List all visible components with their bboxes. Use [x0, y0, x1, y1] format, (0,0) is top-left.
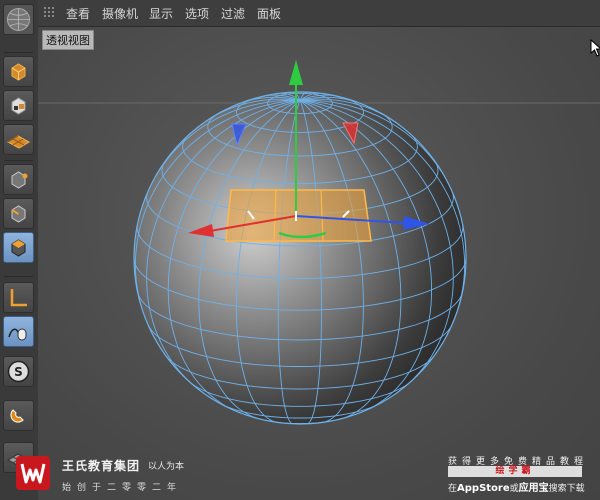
snap-icon[interactable]: S — [3, 356, 34, 387]
workplane-icon[interactable] — [3, 124, 34, 155]
viewport-menubar: 查看 摄像机 显示 选项 过滤 面板 — [38, 0, 600, 27]
logo-sphere-icon[interactable] — [3, 4, 34, 35]
left-toolbar: S — [0, 0, 39, 500]
viewport-scene[interactable] — [38, 27, 600, 500]
brand-logo: 王氏教育集团 以人为本 始创于二零零二年 — [6, 450, 206, 498]
magnet-icon[interactable] — [3, 400, 34, 431]
brand-logo-icon — [16, 456, 50, 490]
menu-filter[interactable]: 过滤 — [221, 5, 245, 22]
tweak-mode-icon[interactable] — [3, 316, 34, 347]
menu-camera[interactable]: 摄像机 — [102, 5, 138, 22]
menu-panel[interactable]: 面板 — [257, 5, 281, 22]
mouse-cursor-icon — [590, 39, 600, 57]
promo-line-2: 在AppStore或应用宝搜索下载 — [448, 483, 585, 494]
view-name-label: 透视视图 — [42, 30, 94, 50]
panel-grip-icon[interactable] — [44, 7, 56, 19]
svg-text:S: S — [14, 365, 23, 379]
promo-watermark: 获得更多免费精品教程 绘学霸 在AppStore或应用宝搜索下载 — [446, 450, 596, 496]
cinema4d-window: S 查看 摄像机 显示 选项 过滤 面板 透视视图 王氏教育集团 以人为本 始创… — [0, 0, 600, 500]
axis-icon[interactable] — [3, 282, 34, 313]
polygons-mode-icon[interactable] — [3, 232, 34, 263]
perspective-viewport[interactable]: 透视视图 — [38, 27, 600, 500]
brand-subtitle: 始创于二零零二年 — [62, 483, 183, 493]
menu-view[interactable]: 查看 — [66, 5, 90, 22]
model-mode-icon[interactable] — [3, 56, 34, 87]
brand-name: 王氏教育集团 — [62, 459, 141, 473]
points-mode-icon[interactable] — [3, 164, 34, 195]
edges-mode-icon[interactable] — [3, 198, 34, 229]
promo-badge: 绘学霸 — [448, 466, 582, 477]
menu-options[interactable]: 选项 — [185, 5, 209, 22]
brand-tagline: 以人为本 — [148, 462, 185, 472]
texture-mode-icon[interactable] — [3, 90, 34, 121]
menu-display[interactable]: 显示 — [149, 5, 173, 22]
